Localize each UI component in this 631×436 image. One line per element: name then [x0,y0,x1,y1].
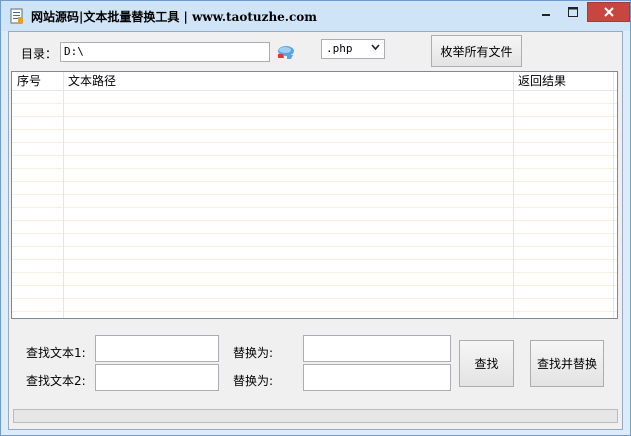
column-header-path[interactable]: 文本路径 [68,73,116,90]
column-divider [63,72,64,318]
app-window: 网站源码|文本批量替换工具 | www.taotuzhe.com 目录： D:\… [0,0,631,436]
find-button[interactable]: 查找 [459,340,514,387]
find-text-2-label: 查找文本2: [26,374,86,388]
column-divider [613,72,614,318]
find-text-2-input[interactable] [95,364,219,391]
directory-label: 目录： [21,47,58,61]
minimize-button[interactable] [533,2,559,22]
directory-input[interactable]: D:\ [60,42,270,62]
replace-1-label: 替换为: [233,346,274,360]
minimize-icon [542,14,550,16]
column-header-result[interactable]: 返回结果 [518,73,566,90]
client-area: 目录： D:\ .php 枚举所有文件 序号 文本路径 返回结果 查找文本1: [8,31,623,430]
maximize-button[interactable] [560,2,586,22]
maximize-icon [568,7,578,17]
title-bar[interactable]: 网站源码|文本批量替换工具 | www.taotuzhe.com [1,1,630,31]
column-header-index[interactable]: 序号 [17,73,41,90]
find-text-1-input[interactable] [95,335,219,362]
find-and-replace-button[interactable]: 查找并替换 [530,340,604,387]
extension-select[interactable]: .php [321,39,385,59]
window-title: 网站源码|文本批量替换工具 | www.taotuzhe.com [31,10,317,24]
close-button[interactable] [587,2,630,22]
find-text-1-label: 查找文本1: [26,346,86,360]
list-header: 序号 文本路径 返回结果 [12,72,617,91]
file-list[interactable]: 序号 文本路径 返回结果 [11,71,618,319]
folder-browse-icon[interactable] [275,42,295,62]
document-icon [10,8,23,24]
enumerate-files-button[interactable]: 枚举所有文件 [431,35,522,67]
replace-1-input[interactable] [303,335,451,362]
replace-2-input[interactable] [303,364,451,391]
extension-select-value: .php [326,42,353,55]
close-icon [603,7,614,17]
progress-bar [13,409,618,423]
column-divider [513,72,514,318]
chevron-down-icon [371,44,380,51]
replace-2-label: 替换为: [233,374,274,388]
list-rows [12,91,617,318]
